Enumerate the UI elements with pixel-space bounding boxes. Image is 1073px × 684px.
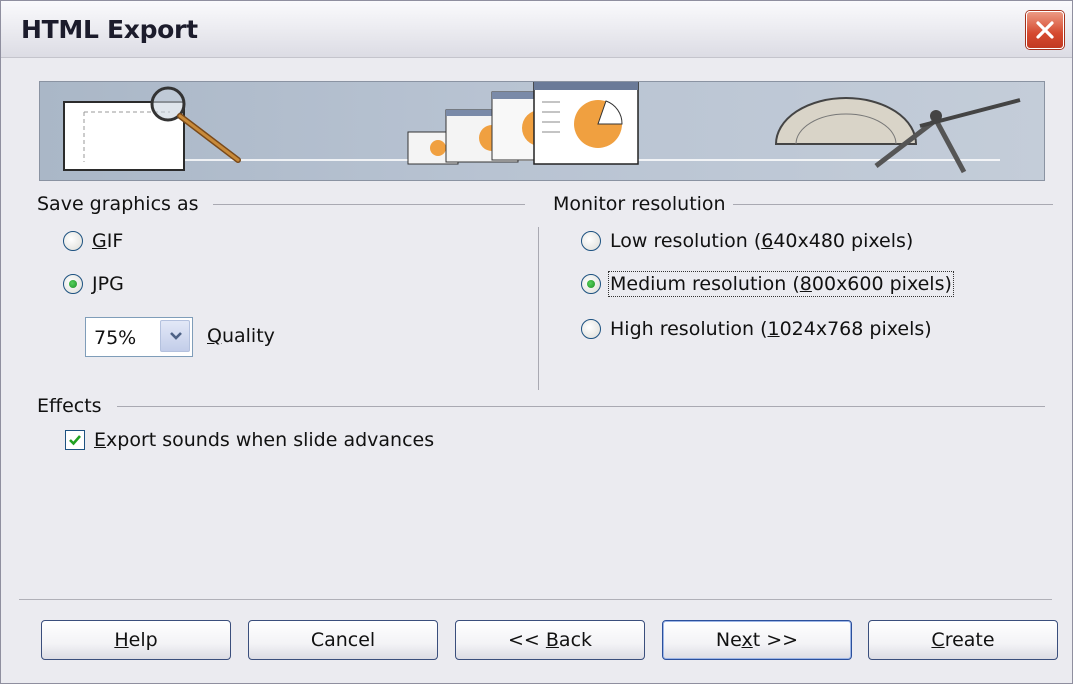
low-resolution-label: Low resolution (640x480 pixels) bbox=[610, 230, 914, 252]
quality-value: 75% bbox=[94, 327, 137, 349]
save-graphics-group-title: Save graphics as bbox=[37, 193, 199, 215]
quality-dropdown-button[interactable] bbox=[160, 320, 190, 352]
help-button[interactable]: Help bbox=[41, 620, 231, 660]
high-resolution-option[interactable]: High resolution (1024x768 pixels) bbox=[581, 318, 932, 340]
jpg-radio[interactable] bbox=[63, 274, 83, 294]
gif-radio[interactable] bbox=[63, 231, 83, 251]
save-graphics-separator bbox=[213, 204, 525, 205]
title-bar[interactable]: HTML Export bbox=[1, 1, 1072, 58]
monitor-resolution-separator bbox=[733, 204, 1053, 205]
column-separator bbox=[538, 227, 539, 390]
gif-label: GIF bbox=[92, 230, 124, 252]
jpg-label: JPG bbox=[92, 273, 124, 295]
medium-resolution-radio[interactable] bbox=[581, 274, 601, 294]
export-sounds-label: Export sounds when slide advances bbox=[94, 429, 435, 451]
export-sounds-checkbox[interactable] bbox=[65, 430, 85, 450]
monitor-resolution-group-title: Monitor resolution bbox=[553, 193, 726, 215]
window-title: HTML Export bbox=[21, 15, 198, 44]
high-resolution-label: High resolution (1024x768 pixels) bbox=[610, 318, 932, 340]
close-button[interactable] bbox=[1026, 11, 1064, 49]
jpg-radio-option[interactable]: JPG bbox=[63, 273, 124, 295]
back-button[interactable]: << Back bbox=[455, 620, 645, 660]
next-button[interactable]: Next >> bbox=[662, 620, 852, 660]
export-sounds-option[interactable]: Export sounds when slide advances bbox=[65, 429, 434, 451]
slides-pie-chart-icon bbox=[407, 82, 639, 165]
quality-label: Quality bbox=[207, 325, 275, 347]
wizard-banner-image bbox=[39, 81, 1045, 181]
high-resolution-radio[interactable] bbox=[581, 319, 601, 339]
low-resolution-radio[interactable] bbox=[581, 231, 601, 251]
effects-separator bbox=[117, 406, 1045, 407]
create-button[interactable]: Create bbox=[868, 620, 1058, 660]
cancel-button[interactable]: Cancel bbox=[248, 620, 438, 660]
html-export-dialog: HTML Export Save graphics as GIF JPG 75%… bbox=[0, 0, 1073, 684]
quality-combobox[interactable]: 75% bbox=[85, 317, 193, 357]
medium-resolution-label: Medium resolution (800x600 pixels) bbox=[608, 271, 954, 297]
low-resolution-option[interactable]: Low resolution (640x480 pixels) bbox=[581, 230, 913, 252]
button-bar-separator bbox=[19, 599, 1052, 600]
effects-group-title: Effects bbox=[37, 395, 102, 417]
medium-resolution-option[interactable]: Medium resolution (800x600 pixels) bbox=[581, 271, 954, 297]
gif-radio-option[interactable]: GIF bbox=[63, 230, 123, 252]
page-magnifier-icon bbox=[63, 86, 241, 171]
